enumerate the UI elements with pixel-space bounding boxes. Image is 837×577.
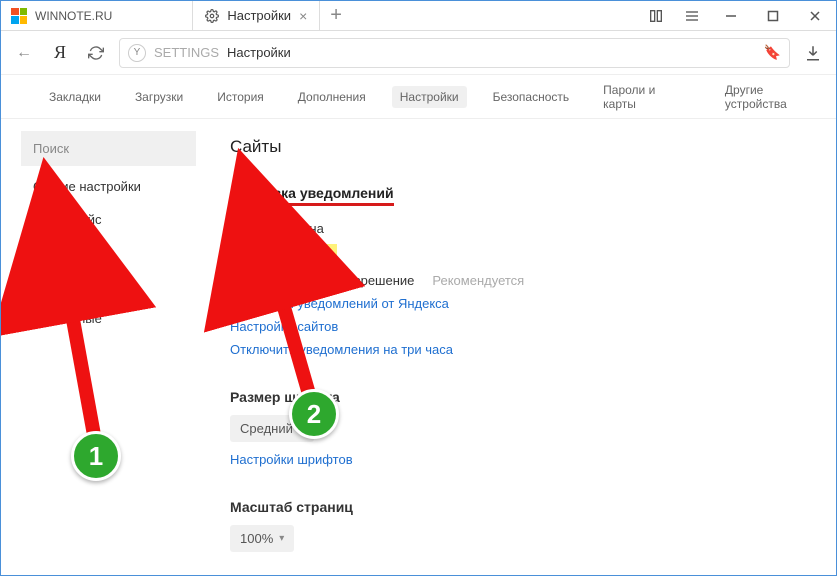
- topnav-downloads[interactable]: Загрузки: [127, 86, 191, 108]
- window-title: WINNOTE.RU: [35, 9, 112, 23]
- link-yandex-notifications[interactable]: Настройки уведомлений от Яндекса: [230, 296, 816, 311]
- sidebar-item-general[interactable]: Общие настройки: [21, 170, 196, 203]
- radio-icon: [230, 272, 246, 288]
- minimize-button[interactable]: [710, 1, 752, 31]
- close-button[interactable]: [794, 1, 836, 31]
- radio-label: Запрашивать разрешение: [256, 273, 414, 288]
- address-bar: ← Я Y SETTINGS Настройки 🔖: [1, 31, 836, 75]
- radio-label: Запрещена: [262, 247, 331, 262]
- radio-allowed[interactable]: Разрешена: [230, 220, 816, 236]
- section-title: Сайты: [230, 131, 816, 157]
- reader-button[interactable]: [638, 1, 674, 31]
- topnav-devices[interactable]: Другие устройства: [717, 79, 836, 115]
- radio-icon-selected: [236, 246, 252, 262]
- link-site-settings[interactable]: Настройки сайтов: [230, 319, 816, 334]
- browser-tab[interactable]: Настройки ×: [192, 1, 320, 30]
- reload-button[interactable]: [83, 40, 109, 66]
- topnav-settings[interactable]: Настройки: [392, 86, 467, 108]
- gear-icon: [205, 9, 219, 23]
- tab-label: Настройки: [227, 8, 291, 23]
- notifications-title: Отправка уведомлений: [230, 185, 394, 206]
- sidebar-search[interactable]: Поиск: [21, 131, 196, 166]
- app-icon: [11, 8, 27, 24]
- chevron-down-icon: ▾: [279, 533, 284, 544]
- sidebar-item-system[interactable]: Системные: [21, 302, 196, 335]
- omnibox-prefix: SETTINGS: [154, 45, 219, 60]
- settings-topnav: Закладки Загрузки История Дополнения Нас…: [1, 75, 836, 119]
- topnav-passwords[interactable]: Пароли и карты: [595, 79, 699, 115]
- topnav-security[interactable]: Безопасность: [485, 86, 578, 108]
- menu-button[interactable]: [674, 1, 710, 31]
- radio-blocked[interactable]: Запрещена: [230, 244, 816, 264]
- site-icon: Y: [128, 44, 146, 62]
- bookmark-icon[interactable]: 🔖: [764, 44, 781, 61]
- radio-icon: [230, 220, 246, 236]
- new-tab-button[interactable]: +: [330, 4, 342, 27]
- zoom-select[interactable]: 100% ▾: [230, 525, 294, 552]
- radio-ask[interactable]: Запрашивать разрешение Рекомендуется: [230, 272, 816, 288]
- select-value: Средний: [240, 421, 293, 436]
- sidebar-item-tools[interactable]: Инструменты: [21, 236, 196, 269]
- content: Сайты Отправка уведомлений Разрешена Зап…: [220, 131, 816, 552]
- maximize-button[interactable]: [752, 1, 794, 31]
- back-button[interactable]: ←: [11, 40, 37, 66]
- link-font-settings[interactable]: Настройки шрифтов: [230, 452, 816, 467]
- topnav-history[interactable]: История: [209, 86, 272, 108]
- downloads-button[interactable]: [800, 40, 826, 66]
- topnav-addons[interactable]: Дополнения: [290, 86, 374, 108]
- annotation-badge-2: 2: [289, 389, 339, 439]
- tab-close-icon[interactable]: ×: [299, 8, 307, 24]
- recommended-hint: Рекомендуется: [432, 273, 524, 288]
- link-disable-3h[interactable]: Отключить уведомления на три часа: [230, 342, 816, 357]
- omnibox[interactable]: Y SETTINGS Настройки 🔖: [119, 38, 790, 68]
- titlebar: WINNOTE.RU Настройки × +: [1, 1, 836, 31]
- sidebar-item-sites[interactable]: Сайты: [33, 276, 80, 295]
- radio-label: Разрешена: [256, 221, 324, 236]
- omnibox-label: Настройки: [227, 45, 291, 60]
- main-area: Поиск Общие настройки Интерфейс Инструме…: [1, 119, 836, 564]
- select-value: 100%: [240, 531, 273, 546]
- sidebar: Поиск Общие настройки Интерфейс Инструме…: [21, 131, 196, 552]
- zoom-title: Масштаб страниц: [230, 499, 816, 515]
- annotation-badge-1: 1: [71, 431, 121, 481]
- window-controls: [710, 1, 836, 31]
- sidebar-item-interface[interactable]: Интерфейс: [21, 203, 196, 236]
- topnav-bookmarks[interactable]: Закладки: [41, 86, 109, 108]
- yandex-home-button[interactable]: Я: [47, 40, 73, 66]
